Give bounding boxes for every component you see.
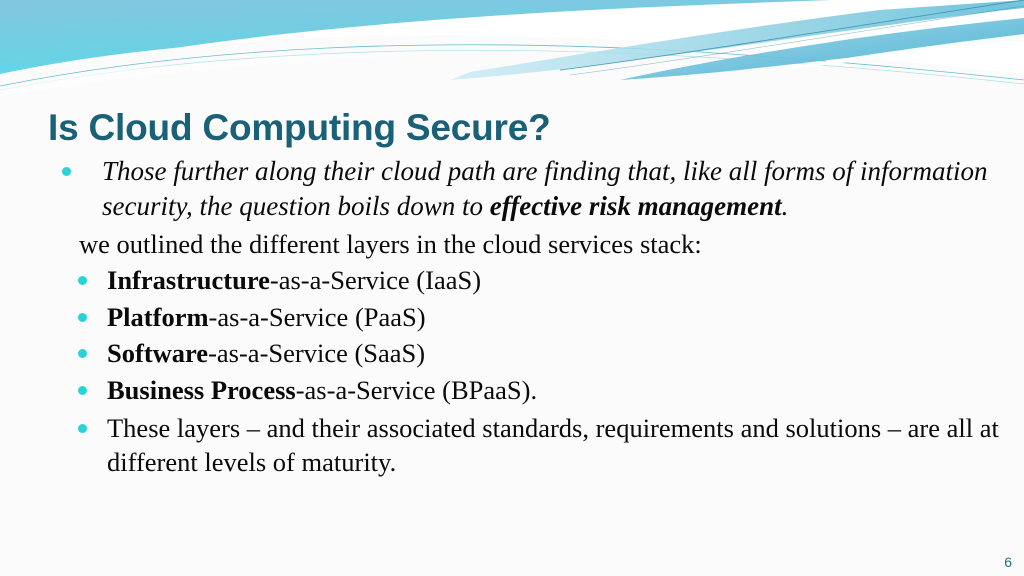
lead-bullet-paragraph: Those further along their cloud path are… bbox=[62, 154, 1014, 224]
list-item-rest: -as-a-Service (BPaaS). bbox=[295, 374, 538, 405]
presentation-slide: Is Cloud Computing Secure? Those further… bbox=[0, 0, 1024, 576]
list-item: Business Process-as-a-Service (BPaaS). bbox=[62, 372, 1014, 409]
bullet-icon bbox=[78, 349, 87, 358]
list-item: Software-as-a-Service (SaaS) bbox=[62, 335, 1014, 372]
list-item-rest: -as-a-Service (SaaS) bbox=[208, 338, 426, 368]
bullet-icon bbox=[78, 385, 87, 395]
closing-bullet-paragraph: These layers – and their associated stan… bbox=[62, 408, 1014, 479]
page-number: 6 bbox=[1004, 554, 1012, 570]
lead-text-after: . bbox=[781, 191, 789, 221]
list-item-term: Platform bbox=[107, 301, 209, 332]
bullet-icon bbox=[78, 424, 87, 433]
list-item-rest: -as-a-Service (PaaS) bbox=[208, 301, 426, 332]
list-item-term: Business Process bbox=[107, 374, 296, 405]
lead-emphasis: effective risk management bbox=[489, 191, 782, 221]
list-item: Platform-as-a-Service (PaaS) bbox=[62, 299, 1014, 336]
intro-line: we outlined the different layers in the … bbox=[79, 229, 702, 259]
slide-body: Those further along their cloud path are… bbox=[62, 154, 1014, 479]
list-item: Infrastructure-as-a-Service (IaaS) bbox=[62, 262, 1014, 299]
bullet-icon bbox=[78, 312, 87, 322]
header-wave-decoration bbox=[0, 0, 1024, 96]
bullet-icon bbox=[62, 167, 71, 176]
list-item-term: Infrastructure bbox=[107, 265, 270, 295]
list-item-rest: -as-a-Service (IaaS) bbox=[269, 265, 482, 295]
list-item-term: Software bbox=[107, 338, 209, 368]
slide-title: Is Cloud Computing Secure? bbox=[48, 107, 551, 148]
closing-bullet-text: These layers – and their associated stan… bbox=[107, 413, 999, 477]
bullet-icon bbox=[78, 276, 87, 285]
